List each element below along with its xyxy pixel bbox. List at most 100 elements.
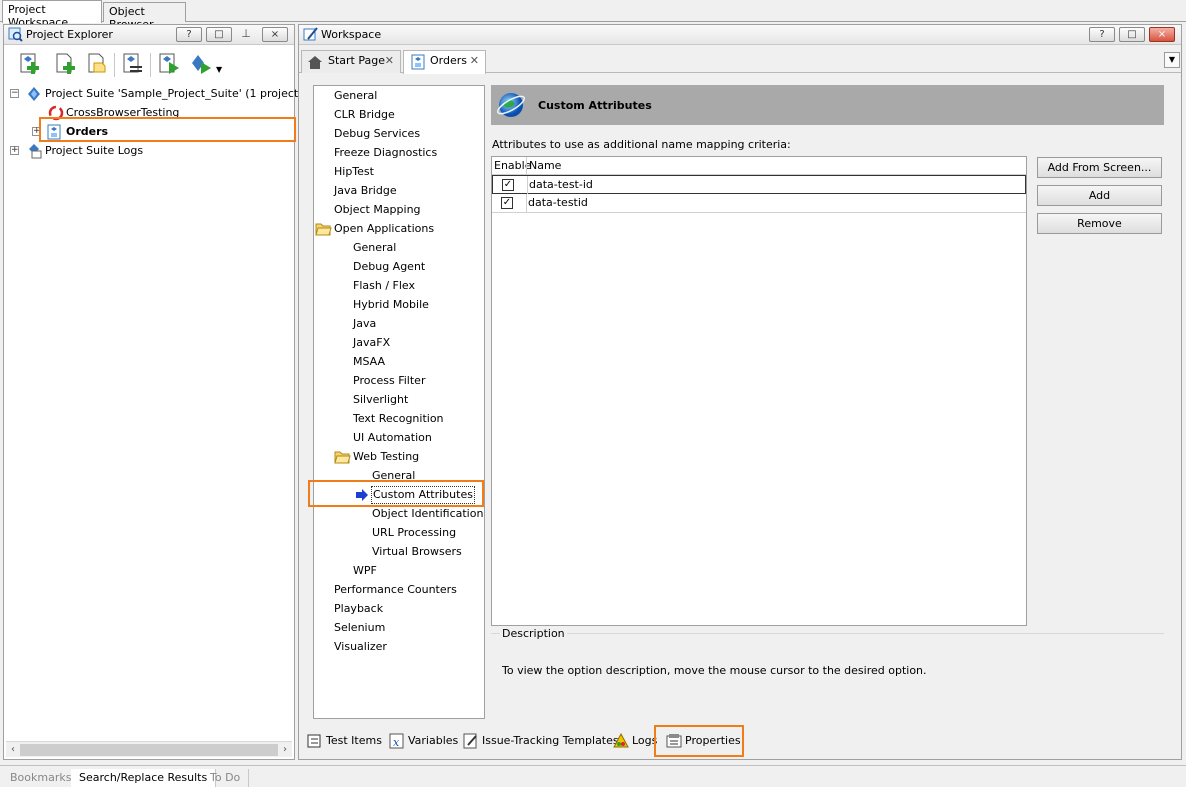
tab-project-workspace[interactable]: Project Workspace [2, 0, 102, 29]
nav-wpf[interactable]: WPF [353, 562, 377, 580]
attribute-name[interactable]: data-testid [528, 194, 588, 212]
nav-object-mapping[interactable]: Object Mapping [334, 201, 421, 219]
nav-label: Custom Attributes [371, 486, 475, 504]
close-button[interactable]: × [1149, 27, 1175, 42]
nav-javafx[interactable]: JavaFX [353, 334, 390, 352]
document-tabs: Start Page ✕ Orders ✕ ▼ [299, 47, 1181, 74]
add-from-screen-button[interactable]: Add From Screen... [1037, 157, 1162, 178]
toolbar-separator [150, 53, 151, 77]
nav-freeze-diagnostics[interactable]: Freeze Diagnostics [334, 144, 437, 162]
expand-icon[interactable]: + [32, 127, 41, 136]
tab-logs[interactable]: Logs [610, 730, 657, 752]
attribute-name[interactable]: data-test-id [529, 176, 593, 194]
tab-variables[interactable]: x Variables [386, 730, 458, 752]
expand-icon[interactable]: + [10, 146, 19, 155]
nav-custom-attributes[interactable]: Custom Attributes [355, 486, 481, 504]
tab-label: Logs [632, 734, 658, 747]
table-row[interactable]: ✓ data-testid [492, 194, 1026, 213]
chevron-down-icon[interactable]: ▼ [216, 65, 222, 74]
nav-debug-agent[interactable]: Debug Agent [353, 258, 425, 276]
nav-wt-general[interactable]: General [372, 467, 415, 485]
maximize-button[interactable]: □ [206, 27, 232, 42]
nav-selenium[interactable]: Selenium [334, 619, 385, 637]
nav-debug-services[interactable]: Debug Services [334, 125, 420, 143]
properties-icon [666, 734, 682, 748]
enable-checkbox[interactable]: ✓ [502, 179, 514, 191]
maximize-button[interactable]: □ [1119, 27, 1145, 42]
column-name[interactable]: Name [529, 157, 561, 175]
nav-playback[interactable]: Playback [334, 600, 383, 618]
tree-item-label: Project Suite 'Sample_Project_Suite' (1 … [45, 87, 303, 100]
tab-object-browser[interactable]: Object Browser [103, 2, 186, 31]
pin-icon[interactable]: ⊥ [238, 27, 254, 42]
tab-list-dropdown[interactable]: ▼ [1164, 52, 1180, 68]
nav-process-filter[interactable]: Process Filter [353, 372, 425, 390]
nav-java[interactable]: Java [353, 315, 376, 333]
custom-attributes-page: Custom Attributes Attributes to use as a… [491, 85, 1164, 719]
scrollbar-thumb[interactable] [20, 744, 278, 756]
workspace-icon [303, 27, 318, 41]
project-explorer-header: Project Explorer ? □ ⊥ × [4, 25, 294, 45]
nav-flash-flex[interactable]: Flash / Flex [353, 277, 415, 295]
close-tab-icon[interactable]: ✕ [470, 51, 479, 71]
enable-checkbox[interactable]: ✓ [501, 197, 513, 209]
run-project-suite-icon[interactable] [188, 51, 214, 79]
workspace-panel: Workspace ? □ × Start Page ✕ Orders ✕ ▼ … [298, 24, 1182, 760]
description-label: Description [500, 627, 567, 640]
collapse-icon[interactable]: − [10, 89, 19, 98]
nav-hybrid-mobile[interactable]: Hybrid Mobile [353, 296, 429, 314]
tab-issue-tracking[interactable]: Issue-Tracking Templates [460, 730, 619, 752]
tab-properties[interactable]: Properties [663, 730, 741, 752]
properties-icon[interactable] [120, 51, 146, 79]
close-button[interactable]: × [262, 27, 288, 42]
tab-label: Orders [430, 54, 467, 67]
column-divider [526, 157, 527, 175]
nav-general[interactable]: General [334, 87, 377, 105]
toolbar-separator [114, 53, 115, 77]
add-new-project-icon[interactable] [16, 51, 42, 79]
bottom-tabs: Test Items x Variables Issue-Tracking Te… [299, 730, 1181, 760]
logs-icon [613, 733, 629, 748]
nav-text-recognition[interactable]: Text Recognition [353, 410, 444, 428]
scroll-right-icon[interactable]: › [278, 742, 292, 758]
nav-virtual-browsers[interactable]: Virtual Browsers [372, 543, 462, 561]
tab-bookmarks[interactable]: Bookmarks [2, 769, 81, 787]
tree-item-label: Project Suite Logs [45, 144, 144, 157]
nav-object-identification[interactable]: Object Identification [372, 505, 483, 523]
remove-button[interactable]: Remove [1037, 213, 1162, 234]
nav-hiptest[interactable]: HipTest [334, 163, 374, 181]
nav-silverlight[interactable]: Silverlight [353, 391, 408, 409]
add-existing-item-icon[interactable] [84, 51, 110, 79]
nav-clr-bridge[interactable]: CLR Bridge [334, 106, 395, 124]
tab-label: Test Items [326, 734, 382, 747]
tab-search-replace[interactable]: Search/Replace Results [71, 769, 217, 787]
scroll-left-icon[interactable]: ‹ [6, 742, 20, 758]
chevron-down-icon: ▼ [1168, 55, 1176, 64]
horizontal-scrollbar[interactable]: ‹ › [6, 741, 292, 757]
project-explorer-panel: Project Explorer ? □ ⊥ × ▼ − Project Sui… [3, 24, 303, 760]
tab-to-do[interactable]: To Do [202, 769, 250, 787]
nav-visualizer[interactable]: Visualizer [334, 638, 387, 656]
close-tab-icon[interactable]: ✕ [385, 51, 394, 71]
nav-oa-general[interactable]: General [353, 239, 396, 257]
tab-start-page[interactable]: Start Page ✕ [301, 50, 401, 73]
tree-item-orders[interactable]: + Orders [8, 123, 290, 141]
table-row[interactable]: ✓ data-test-id [492, 175, 1026, 194]
nav-url-processing[interactable]: URL Processing [372, 524, 456, 542]
help-button[interactable]: ? [1089, 27, 1115, 42]
attributes-hint: Attributes to use as additional name map… [492, 138, 791, 151]
add-button[interactable]: Add [1037, 185, 1162, 206]
footer-tabs: Bookmarks Search/Replace Results To Do [0, 765, 1186, 787]
column-divider [527, 176, 528, 194]
nav-ui-automation[interactable]: UI Automation [353, 429, 432, 447]
help-button[interactable]: ? [176, 27, 202, 42]
tab-test-items[interactable]: Test Items [304, 730, 382, 752]
tab-orders[interactable]: Orders ✕ [403, 50, 486, 74]
run-project-icon[interactable] [156, 51, 182, 79]
workspace-header: Workspace ? □ × [299, 25, 1181, 45]
nav-java-bridge[interactable]: Java Bridge [334, 182, 397, 200]
svg-text:x: x [393, 736, 400, 749]
nav-performance-counters[interactable]: Performance Counters [334, 581, 457, 599]
nav-msaa[interactable]: MSAA [353, 353, 385, 371]
add-new-item-icon[interactable] [52, 51, 78, 79]
